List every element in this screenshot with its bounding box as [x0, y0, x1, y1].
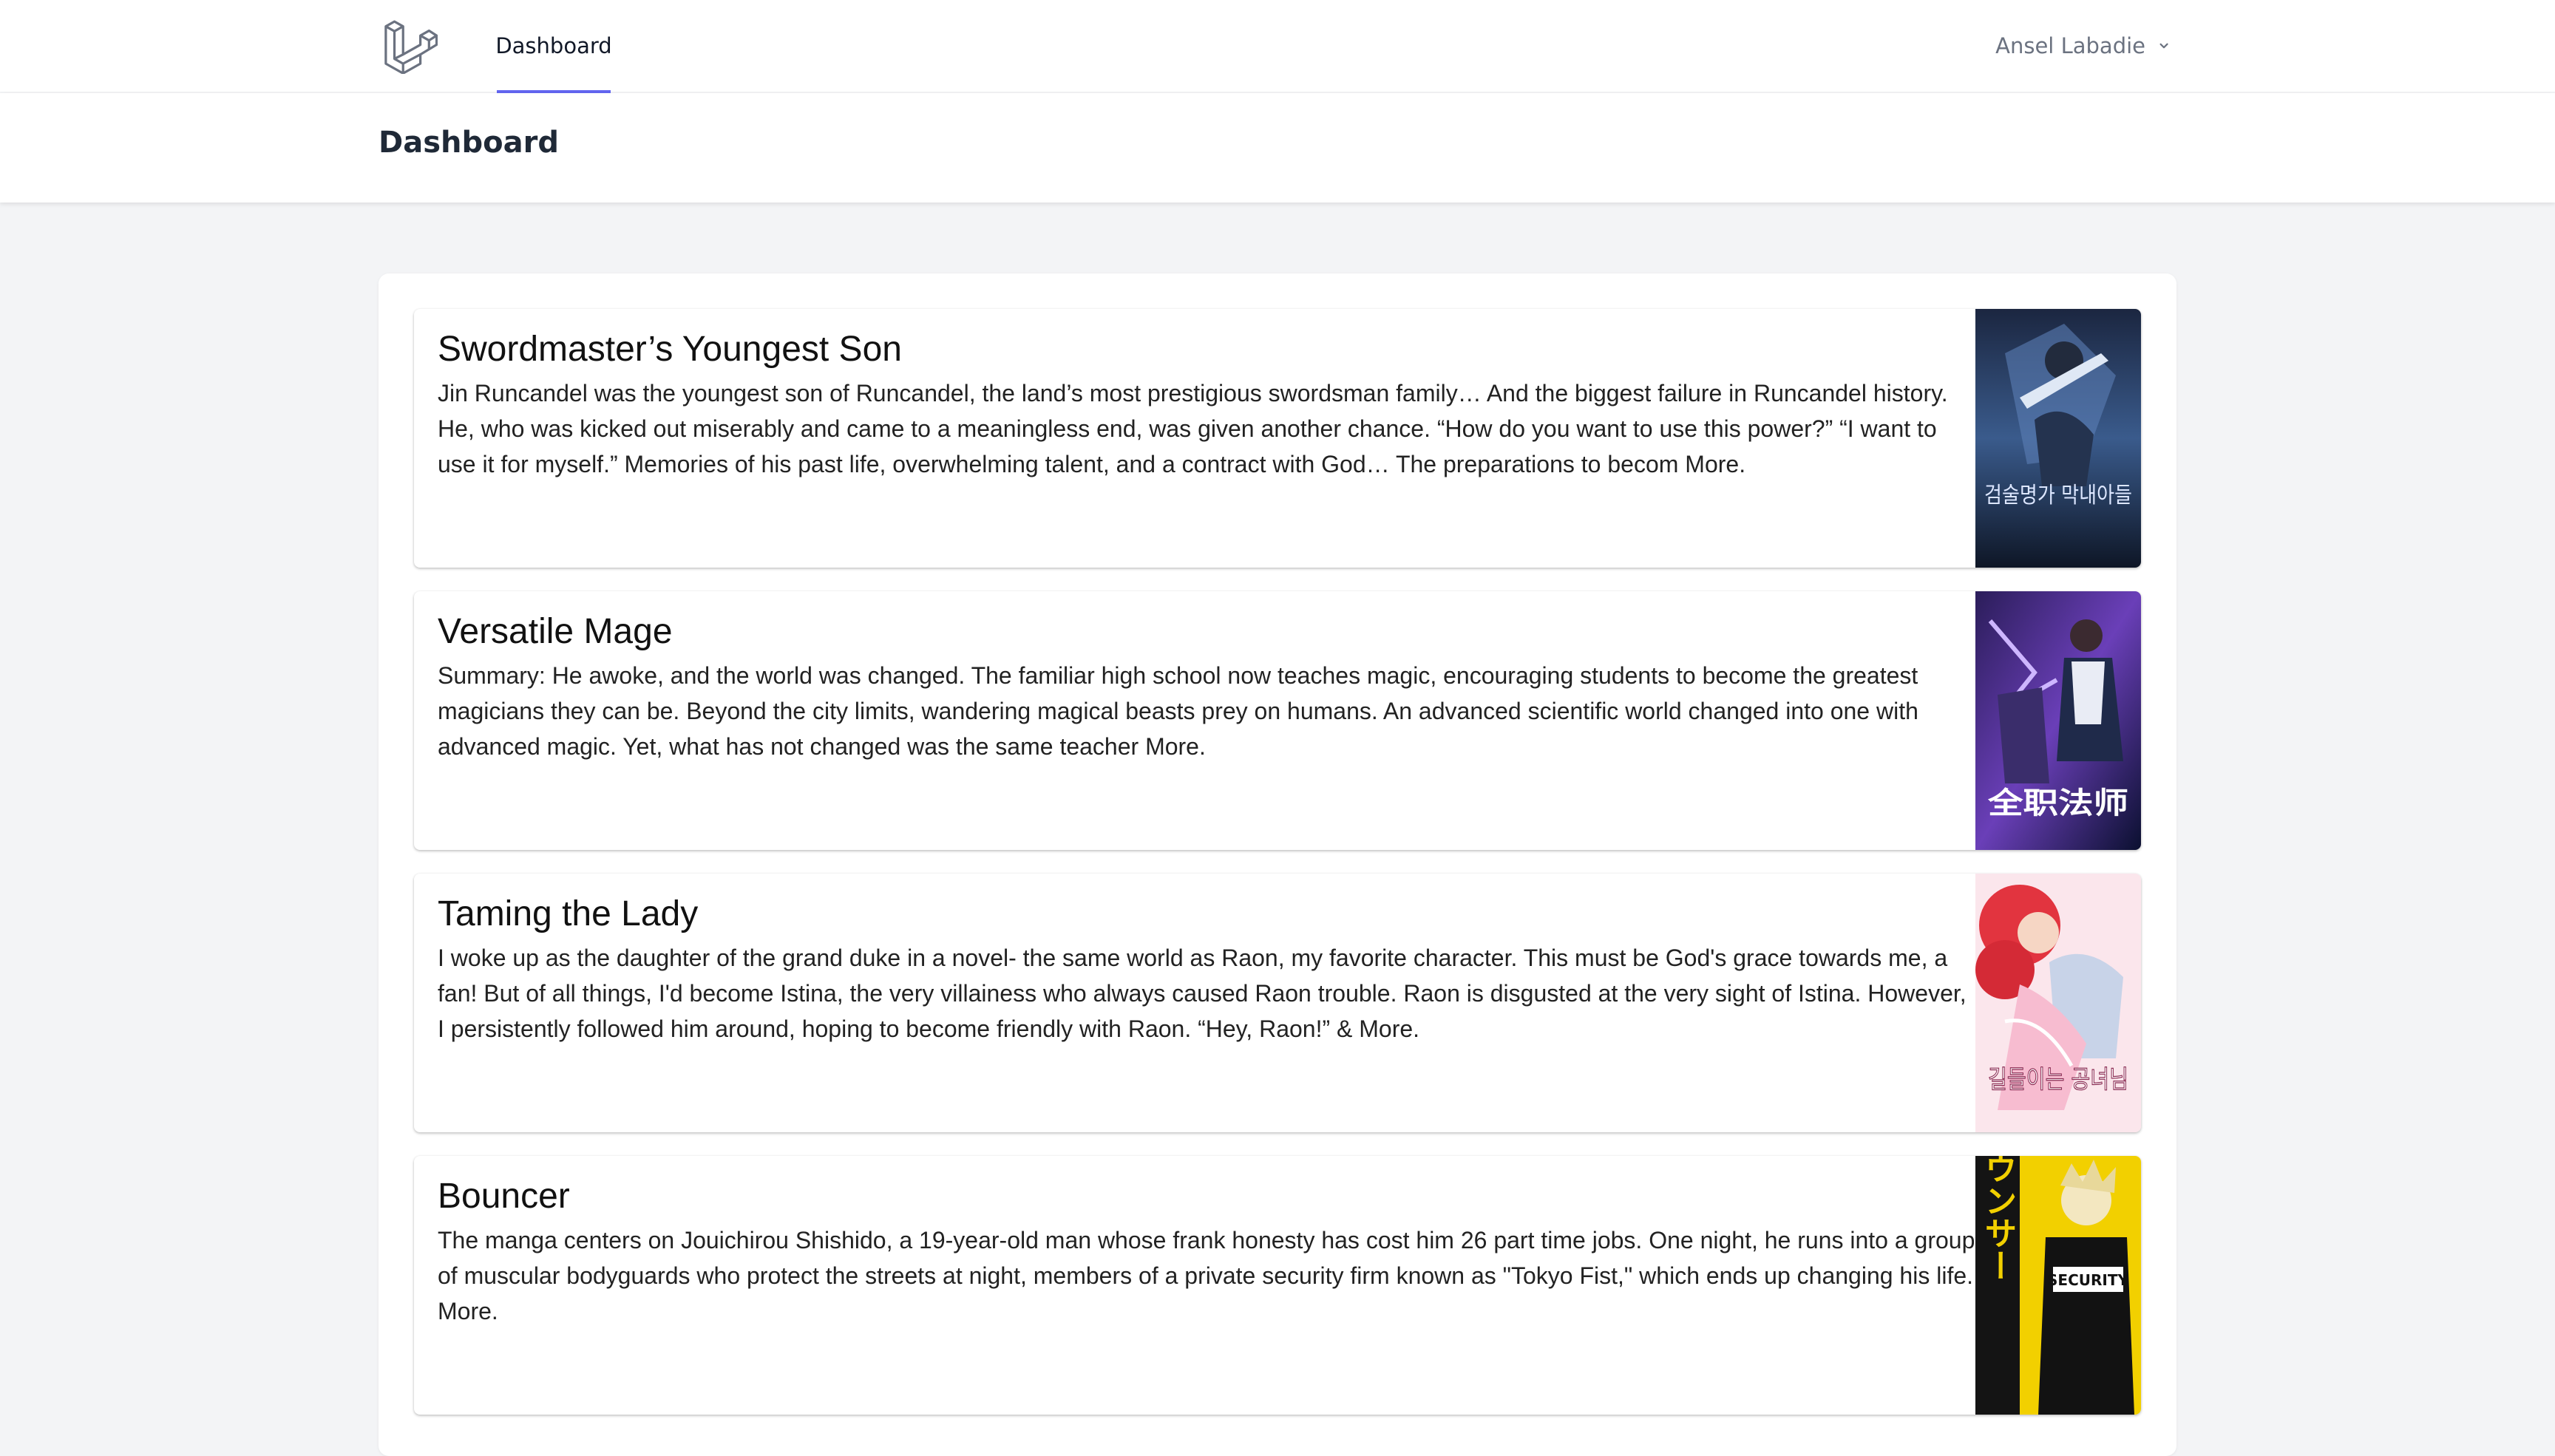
card-title[interactable]: Versatile Mage — [438, 610, 1975, 653]
cover-art-icon: 全职法师 — [1975, 591, 2141, 850]
card-title[interactable]: Bouncer — [438, 1175, 1975, 1218]
manga-card[interactable]: Versatile Mage Summary: He awoke, and th… — [414, 591, 2141, 850]
user-name: Ansel Labadie — [1995, 33, 2145, 58]
cover-art-icon: 길들이는 공녀님 — [1975, 874, 2141, 1132]
card-summary: I woke up as the daughter of the grand d… — [438, 944, 1967, 1042]
page-title: Dashboard — [379, 126, 559, 160]
card-title[interactable]: Swordmaster’s Youngest Son — [438, 328, 1975, 371]
cover-image[interactable]: 全职法师 — [1975, 591, 2141, 850]
user-menu-dropdown[interactable]: Ansel Labadie — [1995, 0, 2172, 92]
cover-title-text: 길들이는 공녀님 — [1988, 1065, 2128, 1095]
cover-title-text: 검술명가 막내아들 — [1984, 483, 2132, 508]
cover-title-text: 全职法师 — [1987, 786, 2128, 820]
cover-art-icon: 검술명가 막내아들 — [1975, 309, 2141, 568]
content-panel: Swordmaster’s Youngest Son Jin Runcandel… — [379, 273, 2176, 1456]
card-body: Swordmaster’s Youngest Son Jin Runcandel… — [438, 328, 1975, 482]
laravel-logo-icon[interactable] — [381, 18, 438, 74]
manga-card[interactable]: Bouncer The manga centers on Jouichirou … — [414, 1156, 2141, 1415]
cover-title-text: バウンサー — [1979, 1156, 2017, 1282]
manga-card[interactable]: Swordmaster’s Youngest Son Jin Runcandel… — [414, 309, 2141, 568]
cover-art-icon: SECURITY バウンサー — [1975, 1156, 2141, 1415]
card-body: Versatile Mage Summary: He awoke, and th… — [438, 610, 1975, 764]
chevron-down-icon — [2159, 43, 2168, 49]
cover-image[interactable]: 검술명가 막내아들 — [1975, 309, 2141, 568]
card-body: Taming the Lady I woke up as the daughte… — [438, 893, 1975, 1047]
page-header: Dashboard — [0, 93, 2555, 203]
nav-link-dashboard[interactable]: Dashboard — [495, 0, 612, 93]
card-summary: Summary: He awoke, and the world was cha… — [438, 661, 1918, 760]
cover-shirt-text: SECURITY — [2047, 1271, 2128, 1289]
manga-card[interactable]: Taming the Lady I woke up as the daughte… — [414, 874, 2141, 1132]
card-body: Bouncer The manga centers on Jouichirou … — [438, 1175, 1975, 1329]
cover-image[interactable]: SECURITY バウンサー — [1975, 1156, 2141, 1415]
card-summary: Jin Runcandel was the youngest son of Ru… — [438, 379, 1948, 477]
card-summary: The manga centers on Jouichirou Shishido… — [438, 1226, 1975, 1324]
top-navbar: Dashboard Ansel Labadie — [0, 0, 2555, 93]
cover-image[interactable]: 길들이는 공녀님 — [1975, 874, 2141, 1132]
card-title[interactable]: Taming the Lady — [438, 893, 1975, 936]
